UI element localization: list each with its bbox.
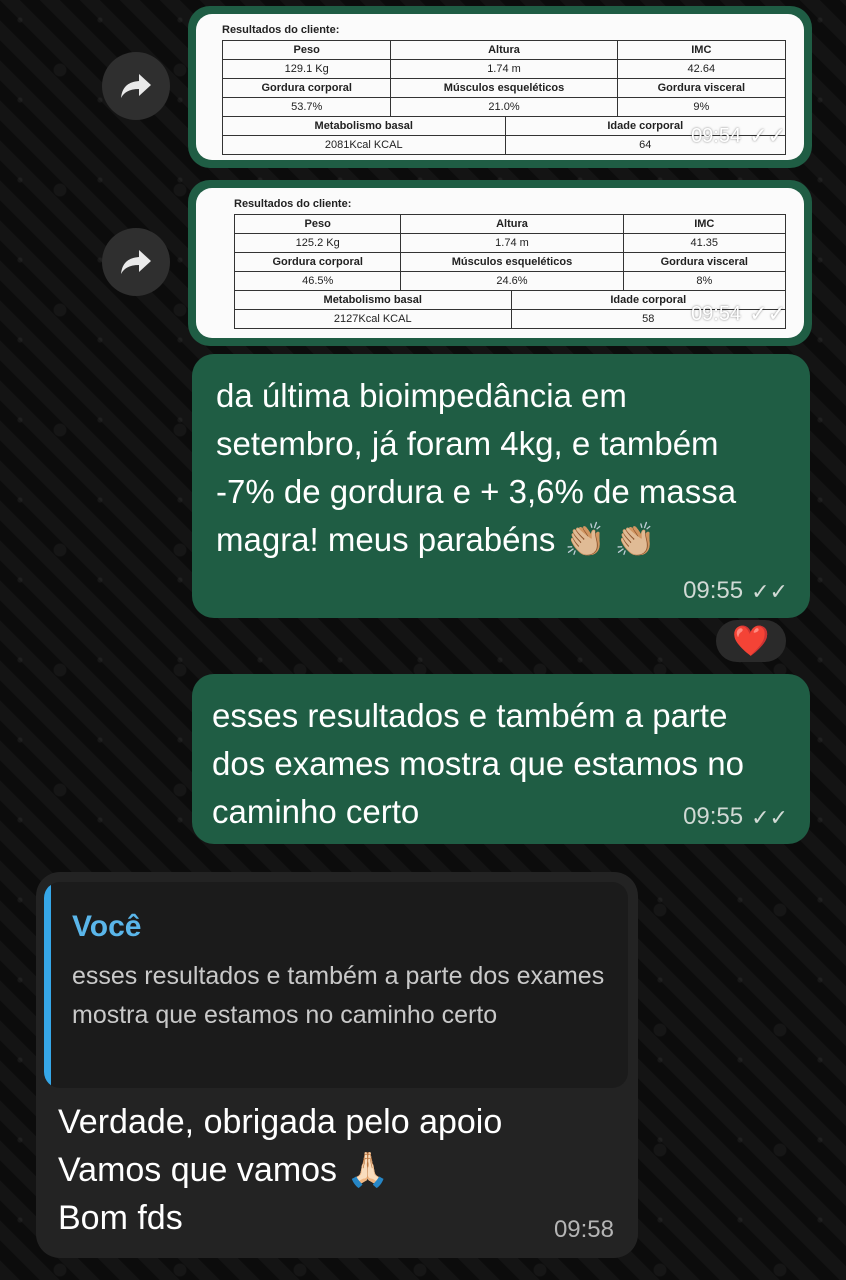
double-check-icon: ✓✓	[749, 123, 786, 148]
value-gordura-visceral: 9%	[617, 97, 786, 116]
value-metabolismo: 2081Kcal KCAL	[223, 135, 506, 154]
value-imc: 42.64	[617, 59, 786, 78]
header-gordura-visceral: Gordura visceral	[617, 78, 786, 97]
header-altura: Altura	[391, 40, 618, 59]
value-imc: 41.35	[623, 233, 785, 252]
header-musculos: Músculos esqueléticos	[391, 78, 618, 97]
message-time: 09:54	[691, 303, 742, 325]
forward-arrow-icon	[121, 250, 151, 274]
message-time: 09:55	[683, 803, 744, 830]
table-row: 125.2 Kg 1.74 m 41.35	[234, 233, 786, 252]
reaction-badge[interactable]: ❤️	[716, 620, 786, 662]
value-altura: 1.74 m	[391, 59, 618, 78]
table-row: 129.1 Kg 1.74 m 42.64	[222, 59, 786, 78]
value-altura: 1.74 m	[401, 233, 624, 252]
header-altura: Altura	[401, 214, 624, 233]
quote-text: esses resultados e também a parte dos ex…	[72, 962, 605, 1029]
results-image[interactable]: Resultados do cliente: Peso Altura IMC 1…	[196, 188, 804, 338]
value-musculos: 24.6%	[401, 271, 624, 290]
table-row: Gordura corporal Músculos esqueléticos G…	[222, 78, 786, 97]
header-gordura-corporal: Gordura corporal	[223, 78, 392, 97]
table-row: Peso Altura IMC	[234, 214, 786, 233]
image-message[interactable]: Resultados do cliente: Peso Altura IMC 1…	[188, 180, 812, 346]
message-time: 09:58	[553, 1216, 614, 1243]
heart-reaction-icon: ❤️	[732, 623, 770, 659]
forward-button[interactable]	[102, 52, 170, 120]
header-imc: IMC	[617, 40, 786, 59]
double-check-icon: ✓✓	[751, 805, 788, 830]
value-gordura-corporal: 53.7%	[223, 97, 392, 116]
value-metabolismo: 2127Kcal KCAL	[235, 309, 512, 328]
table-row: Gordura corporal Músculos esqueléticos G…	[234, 252, 786, 271]
message-time: 09:54	[691, 125, 742, 147]
header-imc: IMC	[623, 214, 785, 233]
header-metabolismo: Metabolismo basal	[223, 116, 506, 135]
header-metabolismo: Metabolismo basal	[235, 290, 512, 309]
value-peso: 125.2 Kg	[235, 233, 402, 252]
message-meta: 09:55 ✓✓	[683, 577, 788, 605]
outgoing-message[interactable]: esses resultados e também a parte dos ex…	[192, 674, 810, 844]
incoming-message[interactable]: Você esses resultados e também a parte d…	[36, 872, 638, 1258]
table-row: Peso Altura IMC	[222, 40, 786, 59]
message-meta: 09:54 ✓✓	[691, 301, 786, 327]
table-row: 46.5% 24.6% 8%	[234, 271, 786, 290]
value-peso: 129.1 Kg	[223, 59, 392, 78]
results-image[interactable]: Resultados do cliente: Peso Altura IMC 1…	[196, 14, 804, 160]
double-check-icon: ✓✓	[751, 579, 788, 604]
forward-arrow-icon	[121, 74, 151, 98]
table-title: Resultados do cliente:	[234, 198, 352, 210]
header-gordura-corporal: Gordura corporal	[235, 252, 402, 271]
forward-button[interactable]	[102, 228, 170, 296]
header-peso: Peso	[235, 214, 402, 233]
header-peso: Peso	[223, 40, 392, 59]
value-musculos: 21.0%	[391, 97, 618, 116]
image-message[interactable]: Resultados do cliente: Peso Altura IMC 1…	[188, 6, 812, 168]
table-title: Resultados do cliente:	[222, 24, 340, 36]
quote-author: Você	[72, 910, 142, 943]
message-text: Verdade, obrigada pelo apoio Vamos que v…	[58, 1103, 503, 1237]
value-gordura-visceral: 8%	[623, 271, 785, 290]
double-check-icon: ✓✓	[749, 301, 786, 326]
message-meta: 09:54 ✓✓	[691, 123, 786, 149]
header-gordura-visceral: Gordura visceral	[623, 252, 785, 271]
table-row: 53.7% 21.0% 9%	[222, 97, 786, 116]
header-musculos: Músculos esqueléticos	[401, 252, 624, 271]
message-meta: 09:55 ✓✓	[683, 803, 788, 831]
outgoing-message[interactable]: da última bioimpedância em setembro, já …	[192, 354, 810, 618]
quoted-message[interactable]: Você esses resultados e também a parte d…	[44, 882, 628, 1088]
message-text: da última bioimpedância em setembro, já …	[216, 377, 737, 558]
quote-accent-bar	[44, 882, 51, 1088]
value-gordura-corporal: 46.5%	[235, 271, 402, 290]
message-time: 09:55	[683, 577, 744, 604]
